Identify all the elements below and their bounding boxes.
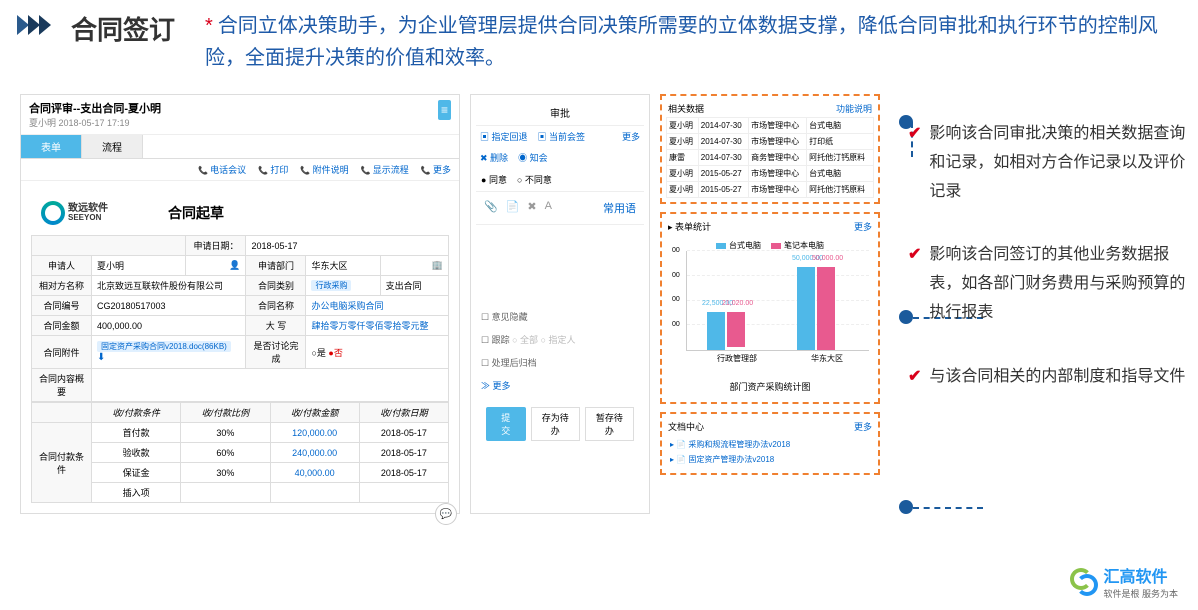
related-title: 相关数据	[668, 102, 704, 115]
attachment-file[interactable]: 固定资产采购合同v2018.doc(86KB)	[97, 341, 231, 352]
act-return[interactable]: ▣ 指定回退	[480, 130, 528, 143]
tab-flow[interactable]: 流程	[82, 135, 143, 158]
tab-form[interactable]: 表单	[21, 135, 82, 158]
header-arrows	[20, 15, 51, 35]
stack-icon[interactable]: ≡	[438, 100, 451, 120]
docs-more[interactable]: 更多	[854, 420, 872, 433]
chat-icon[interactable]: 💬	[435, 503, 457, 525]
btn-submit[interactable]: 提交	[486, 407, 526, 441]
page-subtitle: *合同立体决策助手，为企业管理层提供合同决策所需要的立体数据支撑，降低合同审批和…	[205, 10, 1178, 74]
btn-pause[interactable]: 暂存待办	[585, 407, 634, 441]
approval-title: 审批	[476, 100, 644, 126]
chart-title: 部门资产采购统计图	[666, 375, 874, 398]
tool-attach[interactable]: 附件说明	[300, 163, 348, 176]
clip-icon[interactable]: 📎	[484, 200, 498, 216]
bar-chart: 00 00 00 00 22,500.00 21,020.00 行政管理部 50…	[686, 251, 869, 351]
download-icon[interactable]: ⬇	[97, 352, 105, 363]
docs-title: 文档中心	[668, 420, 704, 433]
act-more[interactable]: 更多	[622, 130, 640, 143]
doc-icon[interactable]: 📄	[506, 200, 520, 216]
chk-track[interactable]: ☐ 跟踪	[481, 335, 510, 345]
seeyon-logo: 致远软件SEEYON	[41, 201, 108, 225]
chart-box: ▸ 表单统计更多 台式电脑 笔记本电脑 00 00 00 00 22,500.0…	[660, 212, 880, 404]
annotation-1: ✔影响该合同审批决策的相关数据查询和记录，如相对方合作记录以及评价记录	[908, 120, 1188, 206]
tool-call[interactable]: 电话会议	[198, 163, 246, 176]
form-toolbar: 电话会议 打印 附件说明 显示流程 更多	[21, 159, 459, 181]
radio-no[interactable]: ●否	[328, 348, 342, 358]
act-delete[interactable]: ✖ 删除	[480, 151, 508, 164]
doc-link[interactable]: ▸ 📄 固定资产管理办法v2018	[668, 452, 872, 467]
link-more[interactable]: ≫ 更多	[476, 374, 644, 397]
common-phrase[interactable]: 常用语	[603, 200, 636, 216]
radio-yes[interactable]: ○是	[311, 348, 325, 358]
form-header-title: 合同评审--支出合同-夏小明	[29, 100, 451, 116]
contract-form-panel: ≡ 合同评审--支出合同-夏小明 夏小明 2018-05-17 17:19 表单…	[20, 94, 460, 514]
annotation-3: ✔与该合同相关的内部制度和指导文件	[908, 363, 1188, 392]
chart-more[interactable]: 更多	[854, 220, 872, 233]
radio-disagree[interactable]: ○ 不同意	[517, 173, 552, 186]
related-data-box: 相关数据 功能说明 夏小明2014-07-30市场管理中心台式电脑 夏小明2014…	[660, 94, 880, 204]
btn-save[interactable]: 存为待办	[531, 407, 580, 441]
act-notify[interactable]: ◉ 知会	[518, 151, 548, 164]
font-icon[interactable]: A	[545, 200, 552, 216]
act-cosign[interactable]: ▣ 当前会签	[538, 130, 586, 143]
related-func[interactable]: 功能说明	[836, 102, 872, 115]
chk-archive[interactable]: ☐ 处理后归档	[481, 358, 537, 368]
footer-brand: 汇高软件软件是根 服务为本	[1070, 563, 1178, 600]
chk-hide[interactable]: ☐ 意见隐藏	[481, 312, 528, 322]
page-title: 合同签订	[71, 10, 175, 47]
form-timestamp: 夏小明 2018-05-17 17:19	[29, 116, 451, 129]
annotation-2: ✔影响该合同签订的其他业务数据报表，如各部门财务费用与采购预算的执行报表	[908, 241, 1188, 327]
tool-print[interactable]: 打印	[258, 163, 288, 176]
approval-panel: 审批 ▣ 指定回退 ▣ 当前会签 更多 ✖ 删除 ◉ 知会 ● 同意 ○ 不同意 📎 📄…	[470, 94, 650, 514]
related-table: 夏小明2014-07-30市场管理中心台式电脑 夏小明2014-07-30市场管…	[666, 117, 874, 198]
docs-box: 文档中心 更多 ▸ 📄 采购和规流程管理办法v2018 ▸ 📄 固定资产管理办法v…	[660, 412, 880, 475]
x-icon[interactable]: ✖	[527, 200, 536, 216]
form-title: 合同起草	[168, 203, 224, 223]
tool-flow[interactable]: 显示流程	[361, 163, 409, 176]
radio-agree[interactable]: ● 同意	[481, 173, 507, 186]
doc-link[interactable]: ▸ 📄 采购和规流程管理办法v2018	[668, 437, 872, 452]
tool-more[interactable]: 更多	[421, 163, 451, 176]
